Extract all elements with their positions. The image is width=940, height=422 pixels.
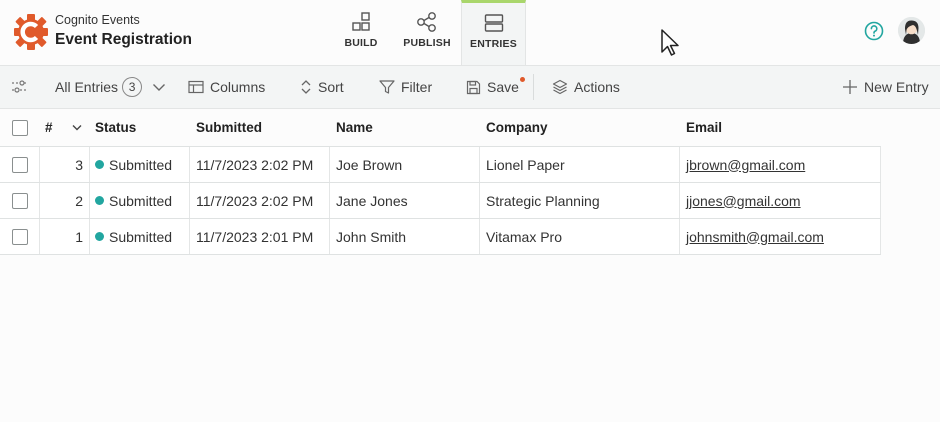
status-cell: Submitted bbox=[90, 183, 190, 218]
filter-label: Filter bbox=[401, 79, 433, 95]
row-select-cell bbox=[0, 147, 40, 182]
new-entry-button[interactable]: New Entry bbox=[842, 66, 929, 108]
status-dot-icon bbox=[95, 160, 104, 169]
table-header: # Status Submitted Name Company Email bbox=[0, 109, 881, 147]
column-header-name-label: Name bbox=[336, 120, 373, 135]
toolbar-divider bbox=[533, 74, 534, 100]
tab-publish-label: PUBLISH bbox=[403, 37, 451, 49]
row-checkbox[interactable] bbox=[11, 156, 28, 173]
select-all-checkbox[interactable] bbox=[12, 119, 28, 136]
status-badge: Submitted bbox=[109, 156, 173, 173]
status-dot-icon bbox=[95, 232, 104, 241]
email-cell: jbrown@gmail.com bbox=[680, 147, 881, 182]
entry-number: 2 bbox=[40, 183, 90, 218]
user-avatar-icon bbox=[898, 17, 925, 44]
column-header-number[interactable]: # bbox=[40, 109, 90, 146]
submitted-cell: 11/7/2023 2:02 PM bbox=[190, 183, 330, 218]
email-link[interactable]: jjones@gmail.com bbox=[686, 193, 801, 209]
build-icon bbox=[352, 12, 370, 31]
status-cell: Submitted bbox=[90, 219, 190, 254]
sort-button[interactable]: Sort bbox=[300, 66, 344, 108]
row-checkbox[interactable] bbox=[11, 192, 28, 209]
entry-number: 1 bbox=[40, 219, 90, 254]
column-header-status[interactable]: Status bbox=[90, 109, 190, 146]
layers-icon bbox=[552, 79, 568, 95]
status-cell: Submitted bbox=[90, 147, 190, 182]
save-label: Save bbox=[487, 79, 519, 95]
publish-icon bbox=[417, 12, 436, 32]
company-cell: Lionel Paper bbox=[480, 147, 680, 182]
entries-toolbar: All Entries 3 Columns Sort Filter Save A… bbox=[0, 65, 940, 109]
company-cell: Vitamax Pro bbox=[480, 219, 680, 254]
status-badge: Submitted bbox=[109, 228, 173, 245]
status-badge: Submitted bbox=[109, 192, 173, 209]
email-cell: johnsmith@gmail.com bbox=[680, 219, 881, 254]
column-header-status-label: Status bbox=[95, 120, 137, 135]
submitted-cell: 11/7/2023 2:02 PM bbox=[190, 147, 330, 182]
tab-publish[interactable]: PUBLISH bbox=[398, 0, 456, 65]
entries-icon bbox=[484, 14, 503, 32]
columns-button[interactable]: Columns bbox=[188, 66, 265, 108]
sliders-icon bbox=[12, 80, 28, 93]
table-row[interactable]: 2 Submitted 11/7/2023 2:02 PM Jane Jones… bbox=[0, 183, 881, 219]
mouse-cursor-icon bbox=[661, 29, 679, 56]
entries-table: # Status Submitted Name Company Email 3 … bbox=[0, 109, 881, 255]
save-button[interactable]: Save bbox=[466, 66, 528, 108]
tab-build-label: BUILD bbox=[344, 37, 378, 49]
row-checkbox[interactable] bbox=[11, 228, 28, 245]
filter-button[interactable]: Filter bbox=[379, 66, 432, 108]
row-select-cell bbox=[0, 219, 40, 254]
name-cell: Joe Brown bbox=[330, 147, 480, 182]
tab-build[interactable]: BUILD bbox=[335, 0, 387, 65]
avatar[interactable] bbox=[898, 17, 925, 44]
save-icon bbox=[466, 80, 481, 94]
email-link[interactable]: johnsmith@gmail.com bbox=[686, 229, 824, 245]
column-header-email-label: Email bbox=[686, 120, 723, 135]
cognito-logo-icon[interactable] bbox=[14, 14, 48, 50]
submitted-cell: 11/7/2023 2:01 PM bbox=[190, 219, 330, 254]
status-dot-icon bbox=[95, 196, 104, 205]
column-header-company[interactable]: Company bbox=[480, 109, 680, 146]
actions-label: Actions bbox=[574, 79, 620, 95]
row-select-cell bbox=[0, 183, 40, 218]
sort-label: Sort bbox=[318, 79, 344, 95]
chevron-down-icon bbox=[153, 84, 166, 91]
tab-entries-label: ENTRIES bbox=[470, 38, 517, 50]
page-title: Event Registration bbox=[55, 31, 192, 48]
columns-icon bbox=[188, 80, 204, 94]
sort-icon bbox=[301, 80, 311, 94]
app-header: Cognito Events Event Registration BUILD … bbox=[0, 0, 940, 66]
filter-icon bbox=[379, 80, 395, 94]
table-row[interactable]: 3 Submitted 11/7/2023 2:02 PM Joe Brown … bbox=[0, 147, 881, 183]
company-cell: Strategic Planning bbox=[480, 183, 680, 218]
actions-button[interactable]: Actions bbox=[552, 66, 620, 108]
name-cell: John Smith bbox=[330, 219, 480, 254]
table-row[interactable]: 1 Submitted 11/7/2023 2:01 PM John Smith… bbox=[0, 219, 881, 255]
columns-label: Columns bbox=[210, 79, 266, 95]
column-header-email[interactable]: Email bbox=[680, 109, 881, 146]
view-selector[interactable]: All Entries 3 bbox=[55, 66, 166, 108]
filter-settings-button[interactable] bbox=[11, 66, 29, 108]
view-selector-label: All Entries bbox=[55, 79, 119, 95]
tab-entries[interactable]: ENTRIES bbox=[461, 0, 526, 66]
column-header-submitted[interactable]: Submitted bbox=[190, 109, 330, 146]
column-header-name[interactable]: Name bbox=[330, 109, 480, 146]
new-entry-label: New Entry bbox=[864, 79, 929, 95]
entry-number: 3 bbox=[40, 147, 90, 182]
column-header-submitted-label: Submitted bbox=[196, 120, 262, 135]
select-all-cell bbox=[0, 109, 40, 146]
email-link[interactable]: jbrown@gmail.com bbox=[686, 157, 805, 173]
app-subtitle: Cognito Events bbox=[55, 13, 140, 27]
plus-icon bbox=[843, 80, 857, 94]
column-header-company-label: Company bbox=[486, 120, 548, 135]
column-header-number-label: # bbox=[45, 120, 53, 135]
help-icon[interactable] bbox=[864, 21, 884, 41]
name-cell: Jane Jones bbox=[330, 183, 480, 218]
entry-count-badge: 3 bbox=[122, 77, 143, 97]
sort-descending-icon[interactable] bbox=[72, 124, 82, 132]
unsaved-indicator bbox=[520, 77, 525, 82]
email-cell: jjones@gmail.com bbox=[680, 183, 881, 218]
